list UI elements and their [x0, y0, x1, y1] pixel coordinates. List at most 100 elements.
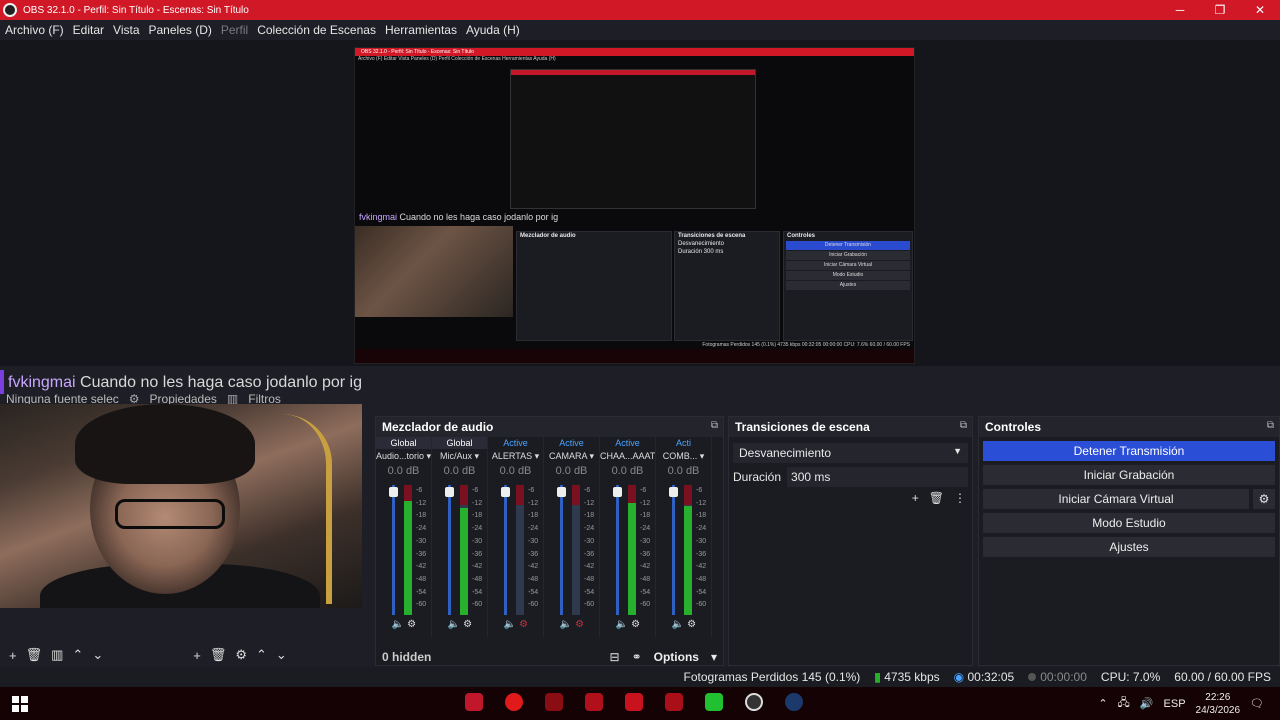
- kick-icon[interactable]: [705, 693, 723, 711]
- app-icon-1[interactable]: [465, 693, 483, 711]
- source-down-icon[interactable]: ⌄: [276, 647, 287, 663]
- mixer-channels: Global Audio...torio ▾ 0.0 dB -6 -12 -18 -24 -3…: [376, 437, 725, 637]
- volume-icon[interactable]: 🔊: [1140, 697, 1154, 710]
- channel-name[interactable]: Mic/Aux ▾: [432, 449, 487, 463]
- move-down-icon[interactable]: ⌄: [92, 647, 103, 663]
- menu-coleccion-escenas[interactable]: Colección de Escenas: [257, 23, 376, 37]
- speaker-icon[interactable]: 🔈: [616, 619, 628, 630]
- menu-archivo[interactable]: Archivo (F): [5, 23, 64, 37]
- channel-name[interactable]: ALERTAS ▾: [488, 449, 543, 463]
- channel-db: 0.0 dB: [667, 465, 700, 477]
- speaker-icon[interactable]: 🔈: [392, 619, 404, 630]
- tray-chevron-icon[interactable]: ⌃: [1098, 697, 1107, 710]
- channel-name[interactable]: CAMARA ▾: [544, 449, 599, 463]
- muted-speaker-icon[interactable]: 🔈: [504, 619, 516, 630]
- db-scale: -6 -12 -18 -24 -30 -36 -42 -48 -54 -60: [696, 487, 707, 609]
- undock-icon[interactable]: ⧉: [711, 420, 718, 431]
- start-recording-button[interactable]: Iniciar Grabación: [983, 465, 1275, 485]
- fader-handle[interactable]: [613, 487, 622, 497]
- undock-icon[interactable]: ⧉: [1267, 420, 1274, 431]
- app-icon-6[interactable]: [665, 693, 683, 711]
- remove-transition-icon[interactable]: 🗑: [929, 491, 944, 505]
- source-up-icon[interactable]: ⌃: [256, 647, 267, 663]
- channel-settings-icon[interactable]: ⚙: [519, 619, 528, 630]
- fader-handle[interactable]: [669, 487, 678, 497]
- add-source-icon[interactable]: +: [193, 648, 201, 663]
- fader-handle[interactable]: [557, 487, 566, 497]
- channel-settings-icon[interactable]: ⚙: [463, 619, 472, 630]
- channel-controls: 🔈 ⚙: [376, 619, 432, 630]
- db-scale: -6 -12 -18 -24 -30 -36 -42 -48 -54 -60: [528, 487, 539, 609]
- network-icon[interactable]: 🖧: [1118, 694, 1130, 713]
- minimize-button[interactable]: ─: [1160, 0, 1200, 20]
- layout-icon[interactable]: ⊟: [610, 650, 620, 664]
- add-transition-icon[interactable]: +: [912, 491, 919, 505]
- level-meter: [572, 485, 580, 615]
- filter-scene-icon[interactable]: ▥: [51, 647, 63, 663]
- notifications-icon[interactable]: 🗨: [1250, 697, 1264, 710]
- channel-name[interactable]: COMB... ▾: [656, 449, 711, 463]
- channel-settings-icon[interactable]: ⚙: [687, 619, 696, 630]
- opera-icon[interactable]: [505, 693, 523, 711]
- add-scene-icon[interactable]: +: [9, 648, 17, 663]
- settings-button[interactable]: Ajustes: [983, 537, 1275, 557]
- volume-fader[interactable]: [616, 485, 619, 615]
- menu-ayuda[interactable]: Ayuda (H): [466, 23, 520, 37]
- volume-fader[interactable]: [392, 485, 395, 615]
- volume-fader[interactable]: [504, 485, 507, 615]
- channel-name[interactable]: CHAA...AAAT ▾: [600, 449, 655, 463]
- duration-input[interactable]: 300 ms: [787, 467, 968, 487]
- channel-settings-icon[interactable]: ⚙: [575, 619, 584, 630]
- muted-speaker-icon[interactable]: 🔈: [560, 619, 572, 630]
- menu-perfil[interactable]: Perfil: [221, 23, 248, 37]
- menu-vista[interactable]: Vista: [113, 23, 139, 37]
- obs-taskbar-icon[interactable]: [745, 693, 763, 711]
- move-up-icon[interactable]: ⌃: [72, 647, 83, 663]
- stop-stream-button[interactable]: Detener Transmisión: [983, 441, 1275, 461]
- close-button[interactable]: ✕: [1240, 0, 1280, 20]
- mixer-channel: Acti COMB... ▾ 0.0 dB -6 -12 -18 -24 -30 -36 -42-…: [656, 437, 712, 637]
- clock[interactable]: 22:26 24/3/2026: [1196, 691, 1241, 717]
- nested-chat: fvkingmai Cuando no les haga caso jodanl…: [359, 212, 559, 222]
- language-indicator[interactable]: ESP: [1164, 698, 1186, 710]
- transition-select[interactable]: Desvanecimiento ▼: [733, 443, 968, 463]
- volume-fader[interactable]: [672, 485, 675, 615]
- volume-fader[interactable]: [560, 485, 563, 615]
- fader-handle[interactable]: [501, 487, 510, 497]
- remove-source-icon[interactable]: 🗑: [210, 647, 227, 663]
- dropped-frames: Fotogramas Perdidos 145 (0.1%): [683, 670, 861, 684]
- signal-icon: ▮: [874, 670, 881, 684]
- duration-label: Duración: [733, 470, 782, 484]
- remove-scene-icon[interactable]: 🗑: [26, 647, 43, 663]
- undock-icon[interactable]: ⧉: [960, 420, 967, 431]
- app-icon-5[interactable]: [625, 693, 643, 711]
- nested-title-bar: OBS 32.1.0 - Perfil: Sin Título - Escena…: [355, 48, 914, 56]
- menu-editar[interactable]: Editar: [73, 23, 104, 37]
- nested-taskbar: [355, 349, 914, 363]
- link-icon[interactable]: ⚭: [632, 650, 642, 664]
- maximize-button[interactable]: ❐: [1200, 0, 1240, 20]
- app-icon-4[interactable]: [585, 693, 603, 711]
- channel-name[interactable]: Audio...torio ▾: [376, 449, 431, 463]
- menu-paneles[interactable]: Paneles (D): [149, 23, 212, 37]
- windows-start-icon[interactable]: [12, 695, 28, 712]
- speaker-icon[interactable]: 🔈: [672, 619, 684, 630]
- more-icon[interactable]: ⋮: [954, 491, 966, 505]
- start-virtualcam-button[interactable]: Iniciar Cámara Virtual: [983, 489, 1249, 509]
- fader-handle[interactable]: [389, 487, 398, 497]
- options-button[interactable]: Options: [654, 650, 699, 664]
- source-settings-icon[interactable]: ⚙: [235, 647, 247, 663]
- speaker-icon[interactable]: 🔈: [448, 619, 460, 630]
- menu-herramientas[interactable]: Herramientas: [385, 23, 457, 37]
- studio-mode-button[interactable]: Modo Estudio: [983, 513, 1275, 533]
- steam-icon[interactable]: [785, 693, 803, 711]
- controls-header: Controles ⧉: [979, 417, 1279, 437]
- channel-settings-icon[interactable]: ⚙: [631, 619, 640, 630]
- transitions-dock: Transiciones de escena ⧉ Desvanecimiento ▼…: [728, 416, 973, 666]
- virtualcam-settings-icon[interactable]: ⚙: [1253, 489, 1275, 509]
- fader-handle[interactable]: [445, 487, 454, 497]
- amd-icon[interactable]: [545, 693, 563, 711]
- volume-fader[interactable]: [448, 485, 451, 615]
- channel-settings-icon[interactable]: ⚙: [407, 619, 416, 630]
- options-chevron-icon[interactable]: ▾: [711, 650, 717, 664]
